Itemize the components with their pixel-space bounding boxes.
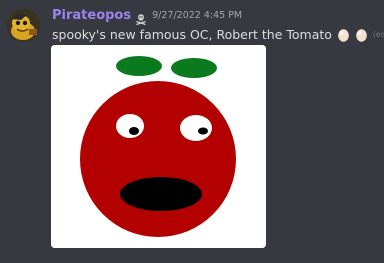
tomato-mouth [120,177,202,211]
skull-crossbones-icon [135,10,147,25]
tomato-body [80,81,236,237]
username[interactable]: Pirateopos [52,8,131,23]
tomato-leaf [171,58,217,78]
message-text: spooky's new famous OC, Robert the Tomat… [52,27,332,42]
message-content: spooky's new famous OC, Robert the Tomat… [52,27,384,42]
image-attachment[interactable] [51,45,266,248]
avatar[interactable] [7,9,40,42]
message-header: Pirateopos 9/27/2022 4:45 PM [52,8,243,25]
edited-label: (edited) [372,30,384,39]
egg-emoji[interactable] [337,27,350,42]
egg-emoji[interactable] [355,27,368,42]
tomato-eye [180,115,212,141]
tomato-eye [116,114,144,138]
chat-message: Pirateopos 9/27/2022 4:45 PM spooky's ne… [0,0,384,263]
avatar-image [7,9,40,42]
timestamp: 9/27/2022 4:45 PM [152,10,243,21]
tomato-leaf [116,56,162,76]
tomato-drawing [51,45,266,248]
